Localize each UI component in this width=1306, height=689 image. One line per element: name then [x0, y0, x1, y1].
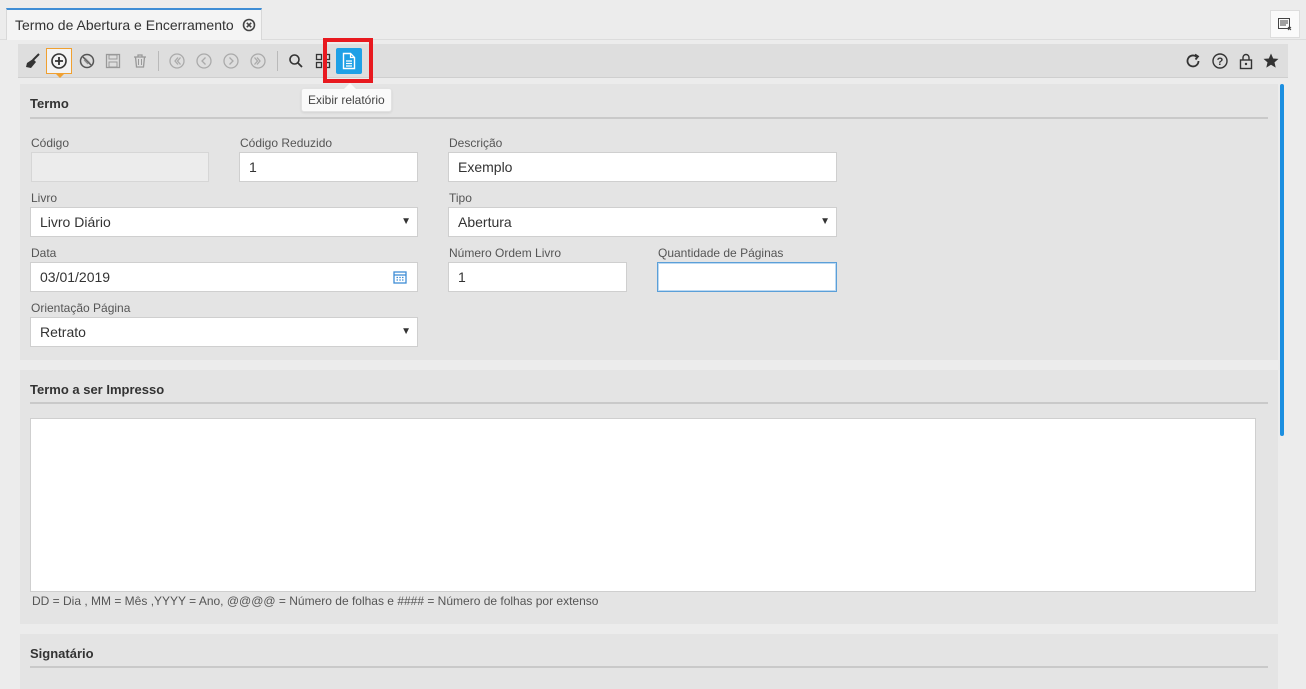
descricao-field[interactable]: Exemplo: [448, 152, 837, 182]
save-icon[interactable]: [100, 48, 126, 74]
grid-view-icon[interactable]: [310, 48, 336, 74]
toolbar-separator: [277, 51, 278, 71]
section-title: Signatário: [30, 646, 94, 661]
section-termo-impresso: Termo a ser Impresso DD = Dia , MM = Mês…: [20, 370, 1278, 624]
cancel-icon[interactable]: [74, 48, 100, 74]
descricao-label: Descrição: [449, 136, 503, 150]
report-document-button[interactable]: [336, 48, 362, 74]
last-record-icon[interactable]: [245, 48, 271, 74]
tab-termo[interactable]: Termo de Abertura e Encerramento: [6, 8, 262, 40]
data-value: 03/01/2019: [40, 269, 111, 285]
first-record-icon[interactable]: [164, 48, 190, 74]
data-field[interactable]: 03/01/2019: [30, 262, 418, 292]
close-all-tabs-icon[interactable]: [1270, 10, 1300, 38]
section-divider: [30, 117, 1268, 119]
delete-trash-icon[interactable]: [127, 48, 153, 74]
tipo-label: Tipo: [449, 191, 472, 205]
section-divider: [30, 666, 1268, 668]
tab-close-icon[interactable]: [242, 18, 256, 32]
new-button[interactable]: [46, 48, 72, 78]
codigo-reduzido-label: Código Reduzido: [240, 136, 333, 150]
clear-broom-icon[interactable]: [20, 48, 46, 74]
toolbar-separator: [158, 51, 159, 71]
chevron-down-icon: ▼: [401, 326, 411, 337]
tab-bar: Termo de Abertura e Encerramento: [0, 0, 1306, 40]
svg-text:?: ?: [1217, 56, 1224, 68]
chevron-down-icon: ▼: [820, 216, 830, 227]
calendar-icon[interactable]: [393, 270, 407, 287]
numero-ordem-field[interactable]: 1: [448, 262, 627, 292]
section-divider: [30, 402, 1268, 404]
lock-icon[interactable]: [1233, 48, 1259, 74]
termo-text-area[interactable]: [30, 418, 1256, 592]
search-icon[interactable]: [283, 48, 309, 74]
section-signatario: Signatário: [20, 634, 1278, 689]
codigo-field: [31, 152, 209, 182]
data-label: Data: [31, 246, 57, 260]
orientacao-label: Orientação Página: [31, 301, 131, 315]
help-text: DD = Dia , MM = Mês ,YYYY = Ano, @@@@ = …: [32, 594, 599, 608]
livro-value: Livro Diário: [40, 214, 111, 230]
form-content: Termo Código Código Reduzido 1 Descrição…: [18, 82, 1280, 689]
livro-select[interactable]: Livro Diário ▼: [30, 207, 418, 237]
numero-ordem-label: Número Ordem Livro: [449, 246, 562, 260]
orientacao-value: Retrato: [40, 324, 86, 340]
refresh-icon[interactable]: [1180, 48, 1206, 74]
codigo-label: Código: [31, 136, 70, 150]
previous-record-icon[interactable]: [191, 48, 217, 74]
section-title: Termo a ser Impresso: [30, 382, 165, 397]
favorite-star-icon[interactable]: [1258, 48, 1284, 74]
section-termo: Termo Código Código Reduzido 1 Descrição…: [20, 84, 1278, 360]
vertical-scrollbar[interactable]: [1280, 84, 1284, 436]
tab-title: Termo de Abertura e Encerramento: [15, 17, 234, 33]
tipo-select[interactable]: Abertura ▼: [448, 207, 837, 237]
help-icon[interactable]: ?: [1207, 48, 1233, 74]
qtd-paginas-field[interactable]: [657, 262, 837, 292]
next-record-icon[interactable]: [218, 48, 244, 74]
chevron-down-icon: ▼: [401, 216, 411, 227]
qtd-paginas-label: Quantidade de Páginas: [658, 246, 784, 260]
toolbar: ?: [18, 44, 1288, 78]
livro-label: Livro: [31, 191, 58, 205]
orientacao-select[interactable]: Retrato ▼: [30, 317, 418, 347]
codigo-reduzido-field[interactable]: 1: [239, 152, 418, 182]
tipo-value: Abertura: [458, 214, 512, 230]
section-title: Termo: [30, 96, 69, 111]
tooltip: Exibir relatório: [301, 83, 392, 112]
